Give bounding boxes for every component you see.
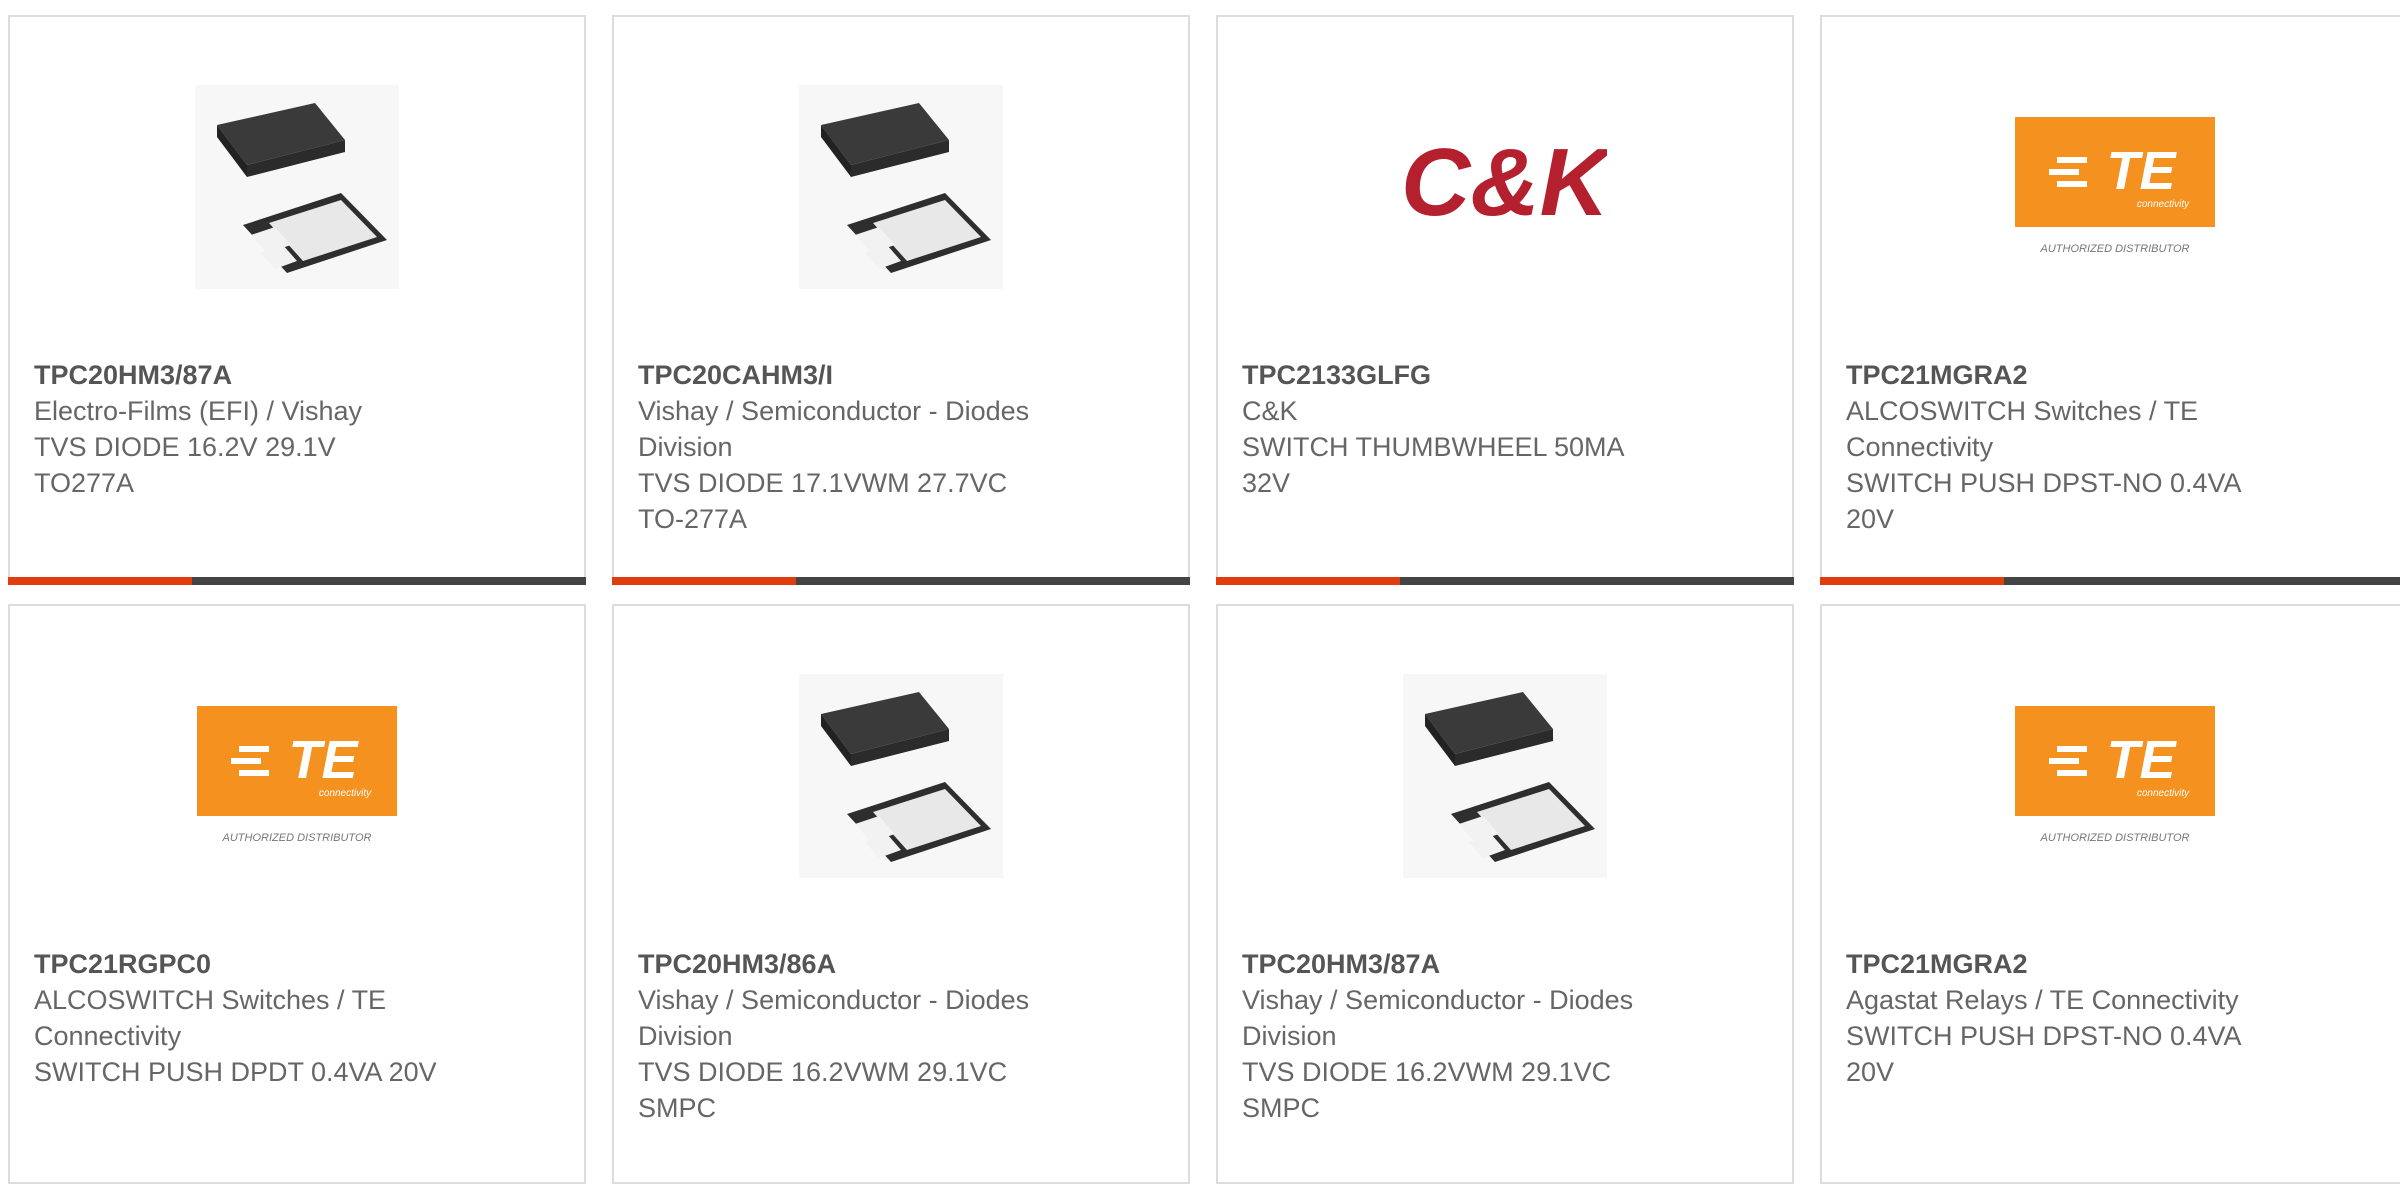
product-card[interactable]: TPC20HM3/87A Vishay / Semiconductor - Di… xyxy=(1216,604,1794,1184)
package: TO277A xyxy=(34,468,135,498)
card-bottom-bar xyxy=(612,577,1190,585)
product-card[interactable]: TE connectivity AUTHORIZED DISTRIBUTOR T… xyxy=(8,604,586,1184)
product-card[interactable]: TPC20HM3/86A Vishay / Semiconductor - Di… xyxy=(612,604,1190,1184)
svg-text:AUTHORIZED DISTRIBUTOR: AUTHORIZED DISTRIBUTOR xyxy=(2040,243,2190,255)
manufacturer: Vishay / Semiconductor - Diodes xyxy=(638,985,1030,1015)
te-connectivity-logo[interactable]: TE connectivity AUTHORIZED DISTRIBUTOR xyxy=(195,674,399,878)
manufacturer: Vishay / Semiconductor - Diodes xyxy=(638,396,1030,426)
svg-text:connectivity: connectivity xyxy=(2137,199,2190,210)
svg-text:TE: TE xyxy=(2106,141,2177,201)
manufacturer-continued: Division xyxy=(638,432,733,462)
description: SWITCH PUSH DPDT 0.4VA 20V xyxy=(34,1057,437,1087)
svg-text:AUTHORIZED DISTRIBUTOR: AUTHORIZED DISTRIBUTOR xyxy=(222,832,372,844)
manufacturer-continued: Connectivity xyxy=(34,1021,182,1051)
product-card[interactable]: TE connectivity AUTHORIZED DISTRIBUTOR T… xyxy=(1820,15,2400,585)
card-bottom-bar xyxy=(1216,577,1794,585)
svg-text:AUTHORIZED DISTRIBUTOR: AUTHORIZED DISTRIBUTOR xyxy=(2040,832,2190,844)
description: TVS DIODE 16.2VWM 29.1VC xyxy=(638,1057,1008,1087)
part-number[interactable]: TPC20CAHM3/I xyxy=(638,357,1164,393)
description: SWITCH THUMBWHEEL 50MA xyxy=(1242,432,1625,462)
product-card[interactable]: TPC20HM3/87A Electro-Films (EFI) / Visha… xyxy=(8,15,586,585)
package: SMPC xyxy=(638,1093,717,1123)
manufacturer: ALCOSWITCH Switches / TE xyxy=(1846,396,2199,426)
diode-package-image[interactable] xyxy=(1403,674,1607,878)
svg-text:TE: TE xyxy=(288,730,359,790)
svg-text:connectivity: connectivity xyxy=(319,788,372,799)
svg-text:C&K: C&K xyxy=(1403,129,1607,236)
part-number[interactable]: TPC20HM3/86A xyxy=(638,946,1164,982)
manufacturer-continued: Connectivity xyxy=(1846,432,1994,462)
product-grid: TPC20HM3/87A Electro-Films (EFI) / Visha… xyxy=(0,0,2400,1184)
part-number[interactable]: TPC21RGPC0 xyxy=(34,946,560,982)
te-connectivity-logo[interactable]: TE connectivity AUTHORIZED DISTRIBUTOR xyxy=(2013,85,2217,289)
diode-package-image[interactable] xyxy=(799,674,1003,878)
card-bottom-bar xyxy=(8,577,586,585)
part-number[interactable]: TPC20HM3/87A xyxy=(1242,946,1768,982)
package: 20V xyxy=(1846,504,1895,534)
description: TVS DIODE 16.2VWM 29.1VC xyxy=(1242,1057,1612,1087)
diode-package-image[interactable] xyxy=(195,85,399,289)
manufacturer: C&K xyxy=(1242,396,1298,426)
description: TVS DIODE 17.1VWM 27.7VC xyxy=(638,468,1008,498)
part-number[interactable]: TPC21MGRA2 xyxy=(1846,946,2384,982)
manufacturer-continued: Division xyxy=(638,1021,733,1051)
svg-text:connectivity: connectivity xyxy=(2137,788,2190,799)
manufacturer: Vishay / Semiconductor - Diodes xyxy=(1242,985,1634,1015)
package: 20V xyxy=(1846,1057,1895,1087)
description: SWITCH PUSH DPST-NO 0.4VA xyxy=(1846,1021,2242,1051)
product-card[interactable]: TE connectivity AUTHORIZED DISTRIBUTOR T… xyxy=(1820,604,2400,1184)
svg-text:TE: TE xyxy=(2106,730,2177,790)
product-card[interactable]: C&K TPC2133GLFG C&K SWITCH THUMBWHEEL 50… xyxy=(1216,15,1794,585)
manufacturer: ALCOSWITCH Switches / TE xyxy=(34,985,387,1015)
manufacturer: Electro-Films (EFI) / Vishay xyxy=(34,396,363,426)
package: 32V xyxy=(1242,468,1291,498)
description: TVS DIODE 16.2V 29.1V xyxy=(34,432,336,462)
ck-logo[interactable]: C&K xyxy=(1403,85,1607,289)
product-card[interactable]: TPC20CAHM3/I Vishay / Semiconductor - Di… xyxy=(612,15,1190,585)
te-connectivity-logo[interactable]: TE connectivity AUTHORIZED DISTRIBUTOR xyxy=(2013,674,2217,878)
package: SMPC xyxy=(1242,1093,1321,1123)
manufacturer-continued: Division xyxy=(1242,1021,1337,1051)
card-bottom-bar xyxy=(1820,577,2400,585)
description: SWITCH PUSH DPST-NO 0.4VA xyxy=(1846,468,2242,498)
part-number[interactable]: TPC2133GLFG xyxy=(1242,357,1768,393)
manufacturer: Agastat Relays / TE Connectivity xyxy=(1846,985,2239,1015)
package: TO-277A xyxy=(638,504,748,534)
part-number[interactable]: TPC21MGRA2 xyxy=(1846,357,2384,393)
diode-package-image[interactable] xyxy=(799,85,1003,289)
part-number[interactable]: TPC20HM3/87A xyxy=(34,357,560,393)
